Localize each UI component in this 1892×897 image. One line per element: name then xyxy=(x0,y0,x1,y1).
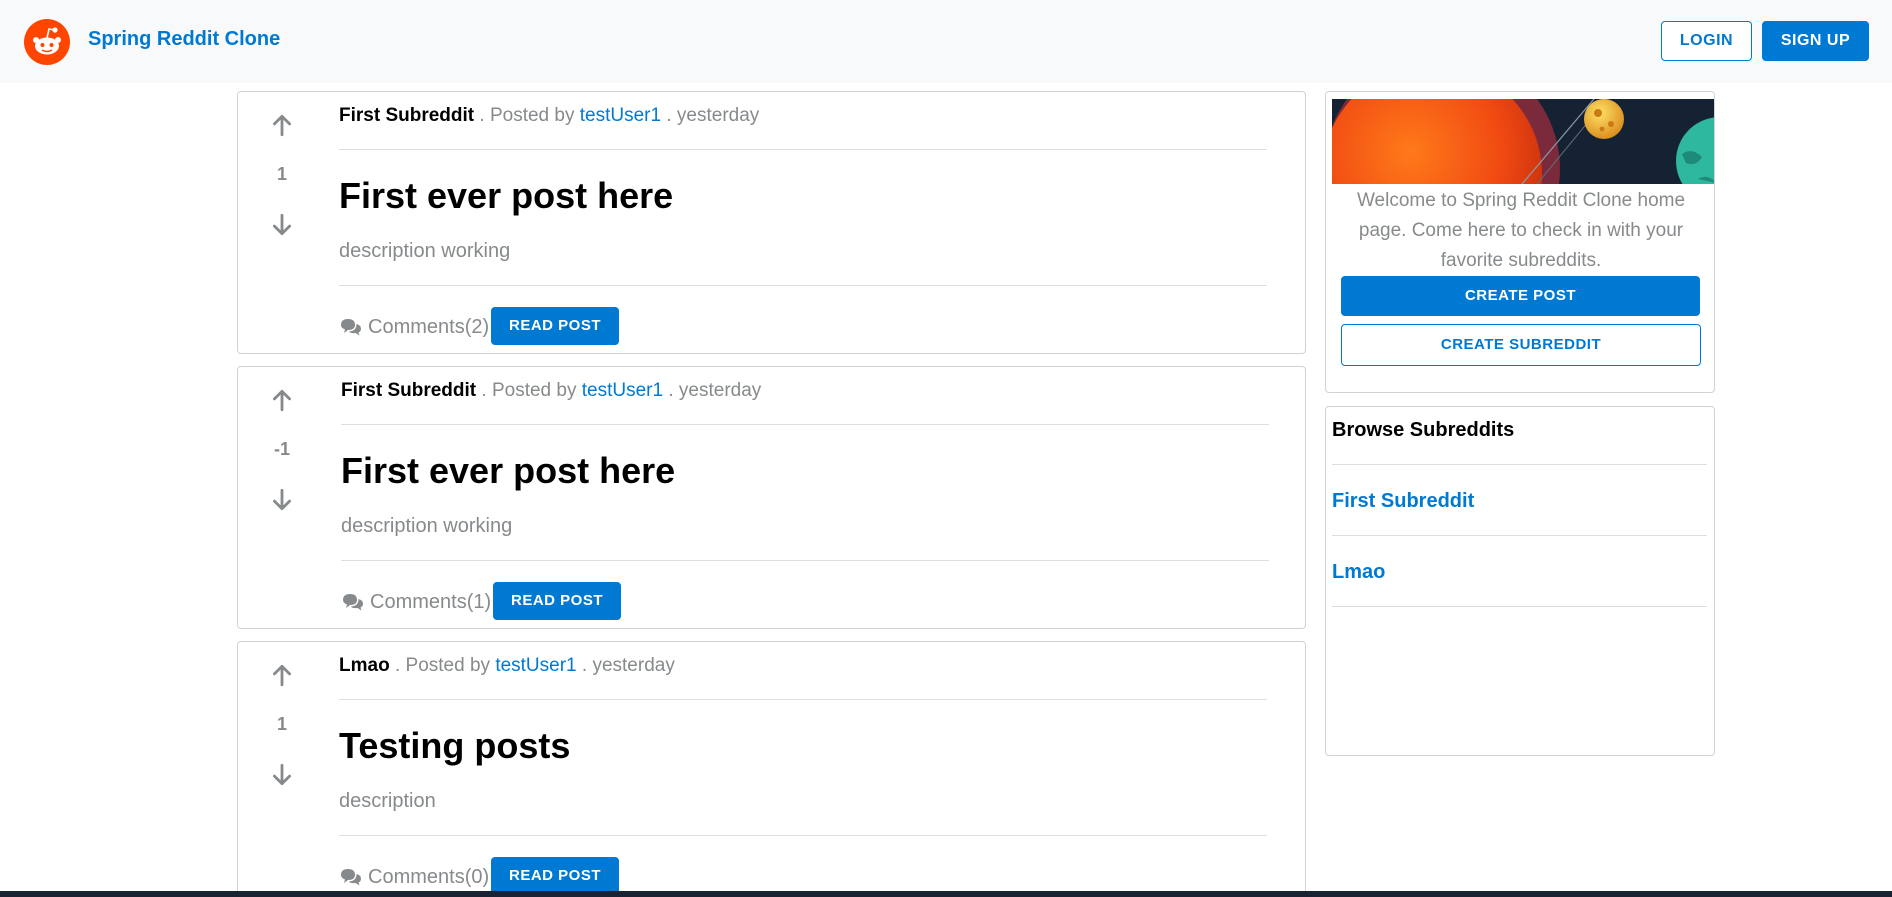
divider xyxy=(1332,606,1707,607)
comments-icon xyxy=(343,594,363,611)
post-description: description working xyxy=(341,515,513,537)
divider xyxy=(1332,464,1707,465)
subreddit-link-lmao[interactable]: Lmao xyxy=(1332,561,1385,584)
arrow-down-icon[interactable] xyxy=(269,762,295,788)
post-meta: First Subreddit . Posted by testUser1 . … xyxy=(341,380,761,402)
post-subreddit-link[interactable]: First Subreddit xyxy=(341,380,476,401)
welcome-text: Welcome to Spring Reddit Clone home page… xyxy=(1356,190,1686,271)
arrow-up-icon[interactable] xyxy=(269,387,295,413)
sidebar-welcome-card: Welcome to Spring Reddit Clone home page… xyxy=(1325,91,1715,393)
vote-count: 1 xyxy=(276,164,287,184)
post-user-link[interactable]: testUser1 xyxy=(495,655,576,676)
post-description: description working xyxy=(339,240,511,262)
post-subreddit-link[interactable]: First Subreddit xyxy=(339,105,474,126)
comments-icon xyxy=(341,319,361,336)
post-description: description xyxy=(339,790,436,812)
posted-by-text: . Posted by xyxy=(394,655,491,676)
post-user-link[interactable]: testUser1 xyxy=(582,380,663,401)
create-subreddit-button[interactable]: CREATE SUBREDDIT xyxy=(1341,324,1701,366)
read-post-button[interactable]: READ POST xyxy=(491,857,619,895)
divider xyxy=(341,424,1269,425)
post-time: . yesterday xyxy=(581,655,675,676)
browse-subreddits-card: Browse Subreddits First Subreddit Lmao xyxy=(1325,406,1715,756)
comments-count: Comments(1) xyxy=(370,590,492,613)
post-card: 1 Lmao . Posted by testUser1 . yesterday… xyxy=(237,641,1306,897)
comments-link[interactable]: Comments(2) xyxy=(339,313,489,341)
navbar: Spring Reddit Clone LOGIN SIGN UP xyxy=(0,0,1892,83)
browse-subreddits-title: Browse Subreddits xyxy=(1332,419,1515,441)
vote-count: 1 xyxy=(276,714,287,734)
bottom-bar xyxy=(0,891,1892,897)
divider xyxy=(339,149,1267,150)
divider xyxy=(339,699,1267,700)
brand-link[interactable]: Spring Reddit Clone xyxy=(88,26,280,52)
arrow-down-icon[interactable] xyxy=(269,212,295,238)
post-title[interactable]: Testing posts xyxy=(339,725,570,767)
read-post-button[interactable]: READ POST xyxy=(493,582,621,620)
read-post-button[interactable]: READ POST xyxy=(491,307,619,345)
posted-by-text: . Posted by xyxy=(481,380,577,401)
divider xyxy=(339,835,1267,836)
post-subreddit-link[interactable]: Lmao xyxy=(339,655,390,676)
vote-count: -1 xyxy=(273,439,290,459)
subreddit-link-first-subreddit[interactable]: First Subreddit xyxy=(1332,490,1474,513)
comments-count: Comments(2) xyxy=(368,315,490,338)
post-card: -1 First Subreddit . Posted by testUser1… xyxy=(237,366,1306,629)
login-button[interactable]: LOGIN xyxy=(1661,21,1752,61)
post-card: 1 First Subreddit . Posted by testUser1 … xyxy=(237,91,1306,354)
posted-by-text: . Posted by xyxy=(479,105,575,126)
post-time: . yesterday xyxy=(666,105,760,126)
post-user-link[interactable]: testUser1 xyxy=(580,105,661,126)
post-meta: Lmao . Posted by testUser1 . yesterday xyxy=(339,655,675,677)
create-post-button[interactable]: CREATE POST xyxy=(1341,276,1700,316)
comments-link[interactable]: Comments(1) xyxy=(341,588,491,616)
divider xyxy=(339,285,1267,286)
arrow-down-icon[interactable] xyxy=(269,487,295,513)
comments-link[interactable]: Comments(0) xyxy=(339,863,489,891)
divider xyxy=(1332,535,1707,536)
post-title[interactable]: First ever post here xyxy=(339,175,673,217)
banner-image xyxy=(1332,99,1714,184)
reddit-alien-icon[interactable] xyxy=(24,19,70,65)
comments-count: Comments(0) xyxy=(368,865,490,888)
post-title[interactable]: First ever post here xyxy=(341,450,675,492)
comments-icon xyxy=(341,869,361,886)
arrow-up-icon[interactable] xyxy=(269,112,295,138)
arrow-up-icon[interactable] xyxy=(269,662,295,688)
post-time: . yesterday xyxy=(668,380,762,401)
signup-button[interactable]: SIGN UP xyxy=(1762,21,1869,61)
post-meta: First Subreddit . Posted by testUser1 . … xyxy=(339,105,759,127)
divider xyxy=(341,560,1269,561)
